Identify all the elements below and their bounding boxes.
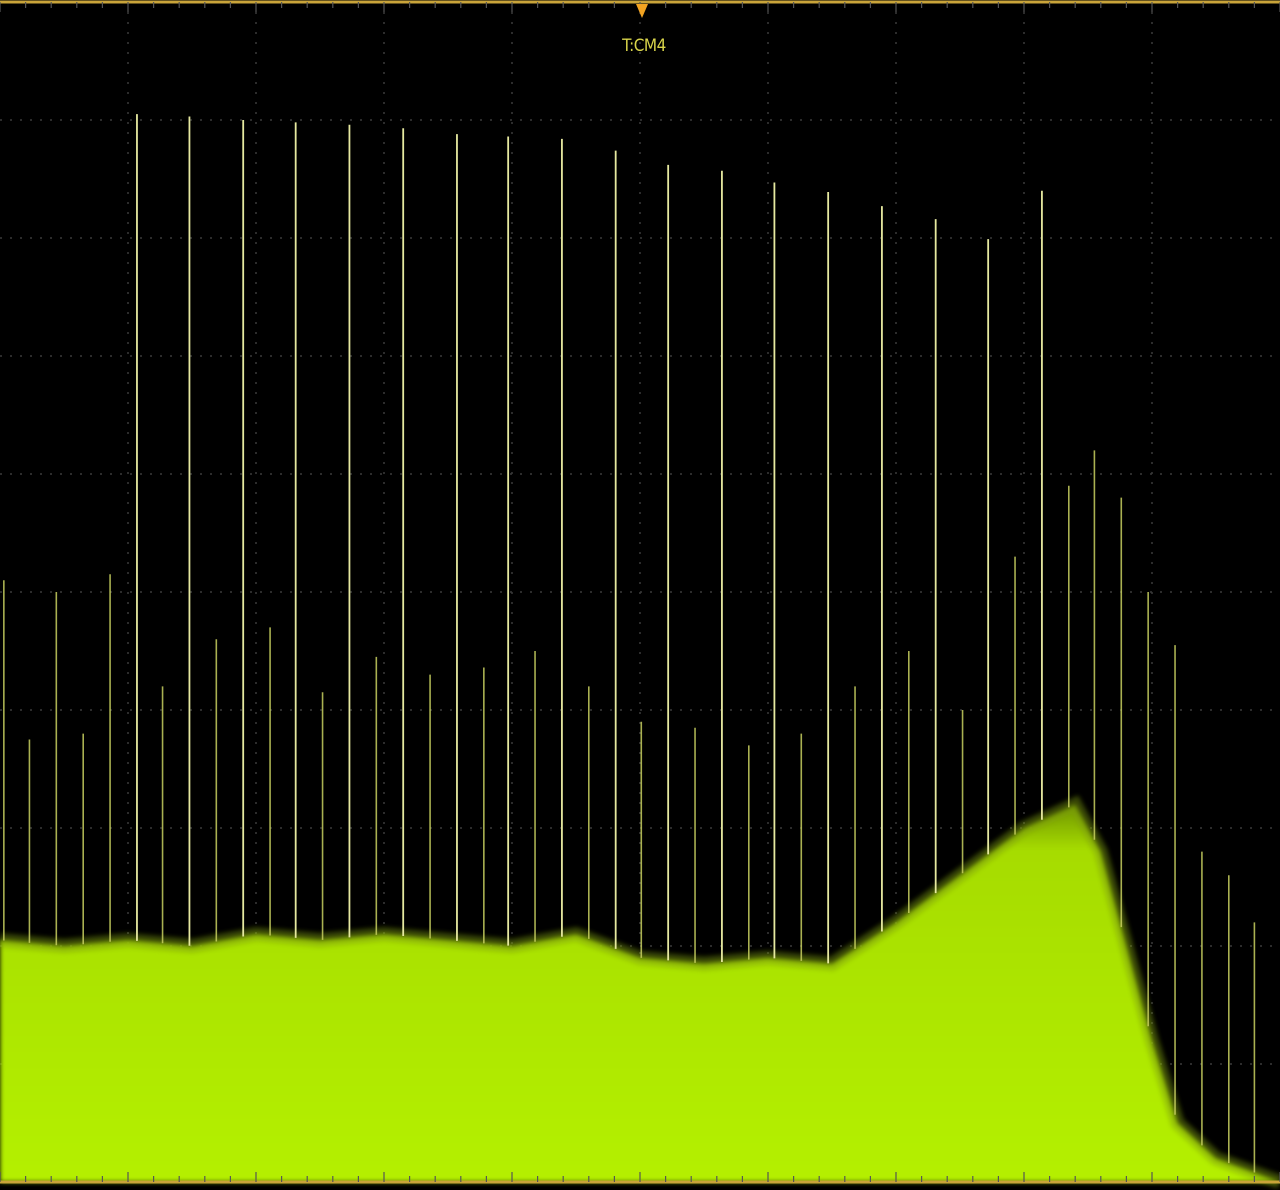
trigger-marker-icon[interactable] [636,4,648,18]
trigger-marker-label: T:CM4 [622,36,666,56]
oscilloscope-screen: T:CM4 [0,0,1280,1190]
noise-floor [0,804,1280,1182]
spectrum-plot [0,0,1280,1189]
noise-floor-area [0,795,1280,1189]
